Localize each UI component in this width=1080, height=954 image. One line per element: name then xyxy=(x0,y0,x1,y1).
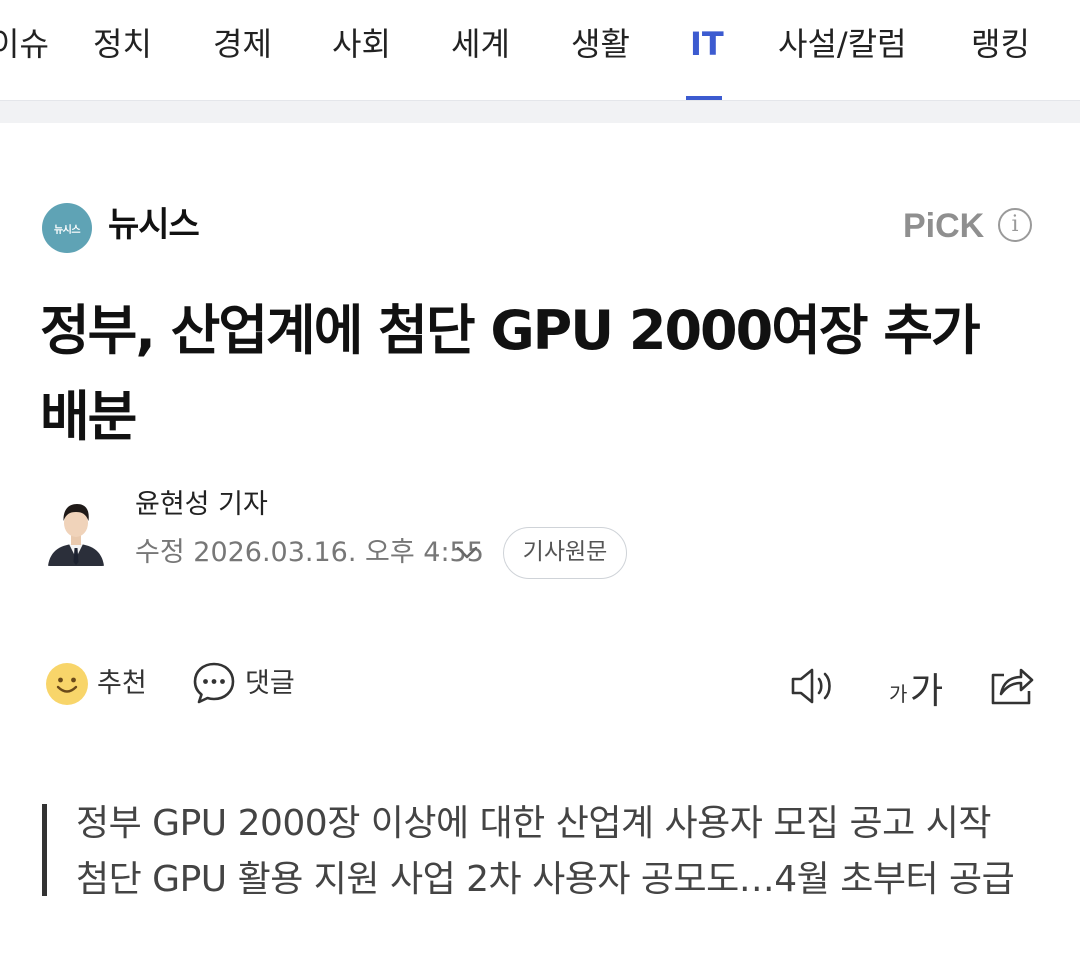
font-size-small-glyph: 가 xyxy=(889,682,908,706)
info-icon[interactable]: i xyxy=(998,208,1032,242)
press-logo[interactable]: 뉴시스 xyxy=(42,203,92,253)
reporter-avatar[interactable] xyxy=(44,496,108,566)
press-name[interactable]: 뉴시스 xyxy=(108,200,200,250)
section-divider xyxy=(0,101,1080,123)
category-nav: 이슈 정치 경제 사회 세계 생활 IT 사설/칼럼 랭킹 xyxy=(0,0,1080,101)
article-summary: 정부 GPU 2000장 이상에 대한 산업계 사용자 모집 공고 시작 첨단 … xyxy=(76,796,1015,908)
font-size-button[interactable]: 가 가 xyxy=(889,662,949,712)
reporter-name[interactable]: 윤현성 기자 xyxy=(135,486,268,524)
active-tab-indicator xyxy=(686,96,722,100)
nav-item-society[interactable]: 사회 xyxy=(332,22,391,66)
comment-icon[interactable] xyxy=(192,661,236,705)
nav-item-it[interactable]: IT xyxy=(690,22,724,66)
article-title: 정부, 산업계에 첨단 GPU 2000여장 추가 배분 xyxy=(40,299,981,448)
share-icon[interactable] xyxy=(988,661,1036,707)
speaker-icon[interactable] xyxy=(790,664,840,708)
nav-item-issue[interactable]: 이슈 xyxy=(0,22,49,66)
like-button-label[interactable]: 추천 xyxy=(97,665,147,703)
smiley-icon[interactable] xyxy=(45,662,89,706)
nav-item-ranking[interactable]: 랭킹 xyxy=(971,22,1030,66)
nav-item-politics[interactable]: 정치 xyxy=(93,22,152,66)
summary-bar xyxy=(42,804,47,896)
comment-button-label[interactable]: 댓글 xyxy=(245,665,295,703)
press-logo-text: 뉴시스 xyxy=(53,224,81,236)
nav-item-life[interactable]: 생활 xyxy=(571,22,630,66)
article-datetime[interactable]: 수정 2026.03.16. 오후 4:55 xyxy=(135,534,484,572)
summary-line: 정부 GPU 2000장 이상에 대한 산업계 사용자 모집 공고 시작 xyxy=(76,803,991,844)
font-size-large-glyph: 가 xyxy=(910,671,944,712)
nav-item-editorial[interactable]: 사설/칼럼 xyxy=(778,22,907,66)
nav-item-economy[interactable]: 경제 xyxy=(213,22,272,66)
pick-badge: PiCK xyxy=(903,207,985,245)
original-article-button[interactable]: 기사원문 xyxy=(503,527,627,579)
chevron-down-icon[interactable] xyxy=(454,540,480,564)
summary-line: 첨단 GPU 활용 지원 사업 2차 사용자 공모도…4월 초부터 공급 xyxy=(76,859,1015,900)
nav-item-world[interactable]: 세계 xyxy=(451,22,510,66)
